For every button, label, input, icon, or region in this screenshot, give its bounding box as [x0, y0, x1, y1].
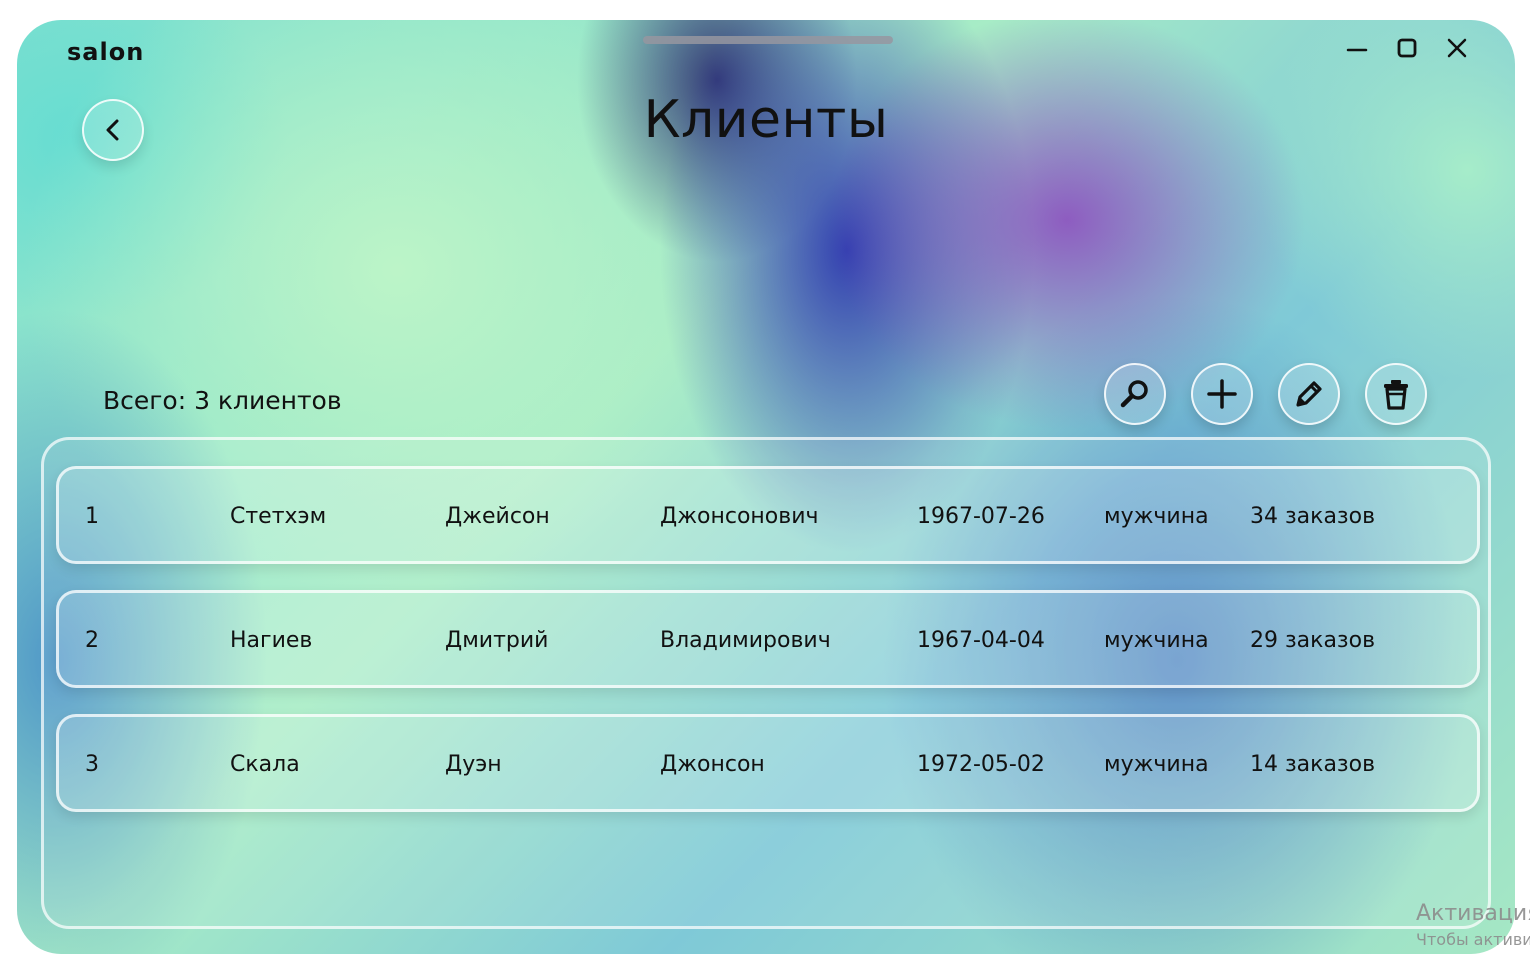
client-last-name: Скала [230, 752, 300, 777]
minimize-button[interactable] [1343, 34, 1371, 62]
add-client-button[interactable] [1191, 363, 1253, 425]
client-orders: 34 заказов [1250, 504, 1376, 529]
client-id: 2 [85, 628, 99, 653]
watermark-subtitle: Чтобы активи [1416, 930, 1530, 949]
search-icon [1120, 380, 1148, 408]
client-id: 3 [85, 752, 99, 777]
client-orders: 29 заказов [1250, 628, 1376, 653]
app-window: salon Клиенты Всего: 3 клиентов 1 Стетхэ… [17, 20, 1515, 954]
clients-table: 1 Стетхэм Джейсон Джонсонович 1967-07-26… [41, 437, 1491, 929]
client-birth-date: 1967-04-04 [917, 628, 1045, 653]
table-row[interactable]: 3 Скала Дуэн Джонсон 1972-05-02 мужчина … [56, 714, 1480, 812]
minimize-icon [1346, 48, 1368, 52]
client-id: 1 [85, 504, 99, 529]
search-button[interactable] [1104, 363, 1166, 425]
client-last-name: Нагиев [230, 628, 313, 653]
table-row[interactable]: 2 Нагиев Дмитрий Владимирович 1967-04-04… [56, 590, 1480, 688]
window-controls [1343, 34, 1471, 62]
maximize-button[interactable] [1393, 34, 1421, 62]
edit-client-button[interactable] [1278, 363, 1340, 425]
page-title: Клиенты [643, 90, 889, 150]
client-patronymic: Джонсон [660, 752, 765, 777]
table-row[interactable]: 1 Стетхэм Джейсон Джонсонович 1967-07-26… [56, 466, 1480, 564]
clients-total: Всего: 3 клиентов [103, 386, 342, 415]
client-first-name: Джейсон [445, 504, 550, 529]
client-gender: мужчина [1104, 628, 1209, 653]
toolbar [1104, 363, 1427, 425]
client-gender: мужчина [1104, 504, 1209, 529]
close-button[interactable] [1443, 34, 1471, 62]
client-gender: мужчина [1104, 752, 1209, 777]
watermark-title: Активация [1416, 901, 1530, 926]
delete-client-button[interactable] [1365, 363, 1427, 425]
plus-icon [1207, 379, 1237, 409]
client-patronymic: Джонсонович [660, 504, 819, 529]
client-birth-date: 1972-05-02 [917, 752, 1045, 777]
app-logo: salon [67, 38, 145, 66]
maximize-icon [1397, 38, 1417, 58]
window-drag-handle[interactable] [643, 36, 893, 44]
pencil-icon [1296, 381, 1322, 407]
client-orders: 14 заказов [1250, 752, 1376, 777]
close-icon [1447, 38, 1467, 58]
client-first-name: Дуэн [445, 752, 502, 777]
trash-icon [1384, 380, 1408, 410]
client-patronymic: Владимирович [660, 628, 831, 653]
client-first-name: Дмитрий [445, 628, 549, 653]
client-last-name: Стетхэм [230, 504, 327, 529]
client-birth-date: 1967-07-26 [917, 504, 1045, 529]
os-activation-watermark: Активация Чтобы активи [1416, 900, 1530, 964]
